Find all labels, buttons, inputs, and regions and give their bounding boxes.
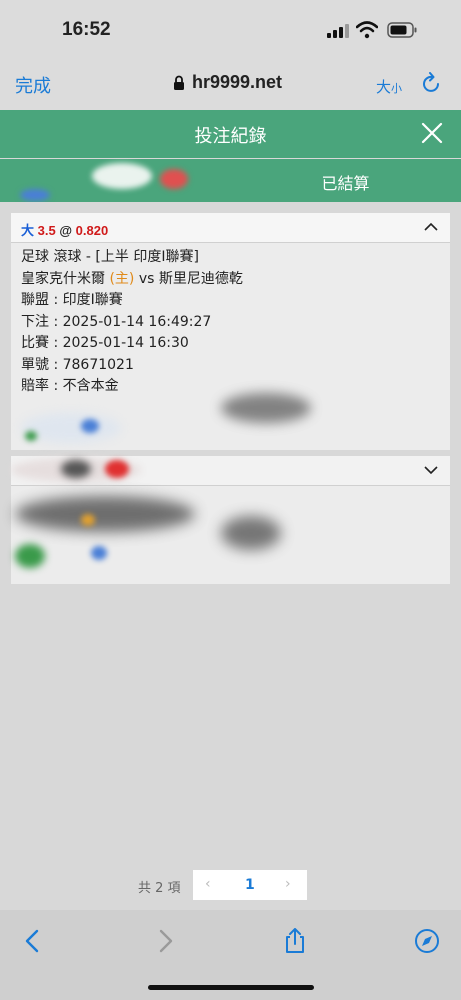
url-text[interactable]: hr9999.net (192, 72, 282, 93)
redacted-blur (61, 460, 91, 478)
battery-icon (387, 22, 417, 38)
reload-icon[interactable] (422, 72, 442, 94)
sport-line: 足球 滾球 - [上半 印度I聯賽] (21, 249, 199, 265)
bet-summary: 大 3.5 @ 0.820 (21, 220, 108, 239)
pagination: 共 2 項 ‹ 1 › (0, 870, 461, 900)
pager: ‹ 1 › (193, 870, 307, 900)
signal-icon (327, 24, 349, 38)
bet-details: 足球 滾球 - [上半 印度I聯賽] 皇家克什米爾 (主) vs 斯里尼迪德乾 … (11, 243, 450, 402)
share-icon[interactable] (282, 928, 308, 954)
redacted-blur (25, 431, 37, 441)
next-page-button[interactable]: › (285, 876, 291, 892)
text-size-small: 小 (391, 82, 403, 95)
tab-bar: 已結算 (0, 159, 461, 202)
ticket-line: 單號 : 78671021 (21, 356, 134, 373)
redacted-blur (221, 393, 311, 423)
clock: 16:52 (62, 19, 111, 40)
bet-card-header[interactable] (11, 456, 450, 486)
chevron-down-icon[interactable] (424, 465, 438, 475)
redacted-blur (81, 419, 99, 433)
page-title: 投注紀錄 (194, 126, 267, 147)
redacted-blur (91, 546, 107, 560)
home-team: 皇家克什米爾 (21, 270, 105, 287)
prev-page-button[interactable]: ‹ (205, 876, 211, 892)
text-size-button[interactable]: 大小 (376, 76, 402, 97)
odds-type-line: 賠率 : 不含本金 (21, 378, 119, 394)
bet-type: 大 (21, 223, 35, 238)
forward-icon[interactable] (152, 928, 178, 954)
bet-at: @ (59, 223, 73, 238)
redacted-blur (15, 544, 45, 568)
redacted-blur (221, 516, 281, 550)
redacted-blur (160, 169, 188, 189)
redacted-blur (15, 496, 195, 532)
teams-line: 皇家克什米爾 (主) vs 斯里尼迪德乾 (21, 269, 440, 291)
browser-bar: 完成 hr9999.net 大小 (0, 58, 461, 110)
tab-unsettled[interactable] (0, 159, 230, 202)
redacted-blur (105, 460, 129, 478)
bet-odds: 0.820 (75, 223, 109, 238)
home-tag: (主) (109, 270, 135, 287)
back-icon[interactable] (20, 928, 46, 954)
compass-icon[interactable] (414, 928, 440, 954)
redacted-blur (92, 163, 152, 189)
placed-line: 下注 : 2025-01-14 16:49:27 (21, 313, 212, 330)
browser-toolbar (0, 910, 461, 1000)
tab-settled[interactable]: 已結算 (230, 159, 461, 202)
bet-card-header[interactable]: 大 3.5 @ 0.820 (11, 213, 450, 243)
league-line: 聯盟 : 印度I聯賽 (21, 292, 123, 308)
wifi-icon (356, 21, 378, 39)
current-page[interactable]: 1 (245, 877, 255, 893)
chevron-up-icon[interactable] (424, 222, 438, 232)
redacted-blur (20, 189, 50, 201)
vs-text: vs (138, 270, 155, 287)
away-team: 斯里尼迪德乾 (158, 270, 243, 287)
redacted-blur (81, 514, 95, 526)
lock-icon (174, 75, 184, 90)
bet-card-redacted (11, 456, 450, 584)
done-button[interactable]: 完成 (15, 72, 51, 98)
status-bar: 16:52 (0, 0, 461, 58)
home-indicator (148, 985, 314, 990)
bet-list: 大 3.5 @ 0.820 足球 滾球 - [上半 印度I聯賽] 皇家克什米爾 … (0, 202, 461, 910)
bet-card: 大 3.5 @ 0.820 足球 滾球 - [上半 印度I聯賽] 皇家克什米爾 … (11, 213, 450, 450)
bet-handicap: 3.5 (37, 223, 56, 238)
close-icon[interactable] (421, 122, 443, 144)
text-size-big: 大 (376, 78, 392, 96)
page-header: 投注紀錄 (0, 110, 461, 158)
tab-settled-label: 已結算 (321, 174, 370, 193)
match-line: 比賽 : 2025-01-14 16:30 (21, 335, 189, 351)
total-count: 共 2 項 (138, 881, 181, 896)
